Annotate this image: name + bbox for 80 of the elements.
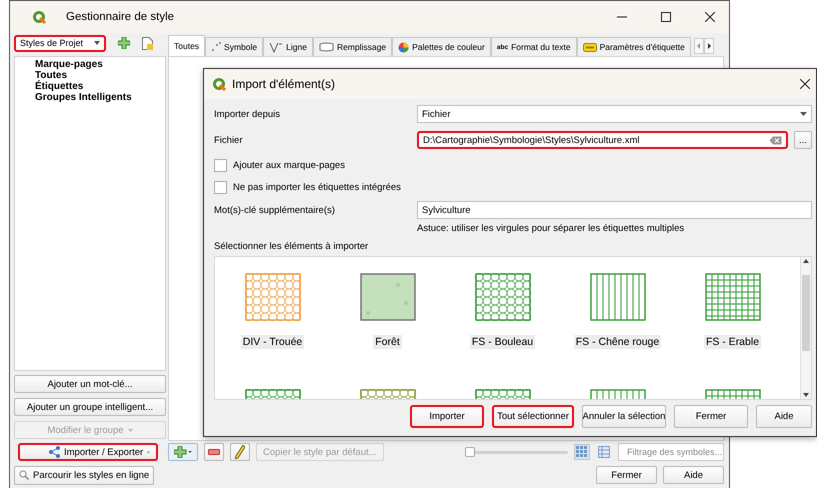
tab[interactable]: Symbole [205,37,264,56]
add-group-icon[interactable] [118,37,130,49]
dialog-button[interactable]: Fermer [674,405,748,428]
close-icon[interactable] [705,12,715,22]
edit-symbol-button[interactable] [230,443,250,461]
field-label: Fichier [214,134,244,146]
tree-item[interactable]: Toutes [35,70,68,81]
symbol-swatch[interactable] [590,273,646,321]
add-symbol-button[interactable] [168,443,198,461]
line-icon [269,42,284,52]
field-label: Mot(s)-clé supplémentaire(s) [214,204,336,216]
close-icon[interactable] [800,79,810,89]
symbol-swatch[interactable] [360,273,416,321]
tab[interactable]: Remplissage [312,37,392,56]
symbol-swatch[interactable] [704,273,760,321]
sidebar-button[interactable]: Ajouter un mot-clé... [14,375,166,393]
scrollbar-thumb[interactable] [802,275,810,351]
source-dropdown[interactable]: Fichier [417,105,812,123]
dialog-button[interactable]: Aide [756,405,812,428]
document-icon[interactable] [142,36,153,50]
tab[interactable]: Paramètres d'étiquette [576,37,691,56]
points-icon [211,42,222,52]
share-icon [48,446,60,458]
dialog-button[interactable]: Tout sélectionner [492,405,574,428]
field-label: Importer depuis [214,108,282,120]
symbol-name: FS - Chêne rouge [574,335,662,349]
dialog-button[interactable]: Annuler la sélection [582,405,666,428]
caret-icon [94,41,100,45]
library-dropdown[interactable]: Styles de Projet [14,34,106,52]
caret-icon [147,450,150,454]
remove-symbol-button[interactable] [204,443,224,461]
footer-button[interactable]: Aide [663,466,724,484]
dialog-button[interactable]: Importer [410,405,484,428]
sidebar-button[interactable]: Ajouter un groupe intelligent... [14,398,166,416]
tab[interactable]: Ligne [263,37,313,56]
footer-button[interactable]: Fermer [596,466,657,484]
checkbox-label: Ajouter aux marque-pages [233,160,345,170]
plus-icon [174,446,192,458]
file-path-field[interactable]: D:\Cartographie\Symbologie\Styles\Sylviculture.xml [417,131,788,149]
hint-text: Astuce: utiliser les virgules pour séparer les étiquettes multiples [417,223,684,234]
maximize-icon[interactable] [661,12,671,22]
section-label: Sélectionner les éléments à importer [214,241,368,252]
checkbox[interactable] [214,158,227,172]
dialog-title: Import d'élément(s) [232,77,335,91]
import-export-button[interactable]: Importer / Exporter [18,443,158,461]
browse-online-button[interactable]: Parcourir les styles en ligne [14,466,154,484]
checkbox[interactable] [214,180,227,194]
keyword-field[interactable]: Sylviculture [417,201,812,219]
tree-item[interactable]: Groupes Intelligents [35,92,132,103]
caret-icon [128,428,133,432]
tree-item[interactable]: Étiquettes [35,81,84,92]
symbol-name: DIV - Trouée [240,335,304,349]
minus-icon [208,449,220,455]
label-icon [582,42,597,52]
symbol-swatch[interactable] [244,273,300,321]
grid-view-button[interactable] [574,444,590,460]
scroll-up-icon[interactable] [803,257,809,265]
symbol-name: FS - Erable [704,335,762,349]
tab[interactable]: Palettes de couleur [392,37,491,56]
symbol-name: Forêt [373,335,402,349]
scroll-right-icon[interactable] [704,38,714,54]
tab[interactable]: Toutes [168,35,206,56]
filter-field[interactable]: Filtrage des symboles... [618,443,724,461]
window-title: Gestionnaire de style [66,11,174,23]
qgis-logo-icon [212,77,226,91]
fill-icon [318,42,334,52]
slider-handle[interactable] [465,447,475,457]
color-wheel-icon [398,42,410,52]
symbol-swatch[interactable] [474,273,530,321]
qgis-logo-icon [32,10,46,24]
symbol-name: FS - Bouleau [470,335,536,349]
list-view-button[interactable] [596,444,612,460]
tree-item[interactable]: Marque-pages [35,59,103,70]
pencil-icon [235,445,245,459]
clear-icon[interactable] [769,136,782,144]
checkbox-label: Ne pas importer les étiquettes intégrées [233,182,401,192]
caret-icon [800,112,807,116]
search-icon [19,470,29,480]
browse-file-button[interactable]: ... [794,131,812,149]
scroll-down-icon[interactable] [803,391,809,399]
